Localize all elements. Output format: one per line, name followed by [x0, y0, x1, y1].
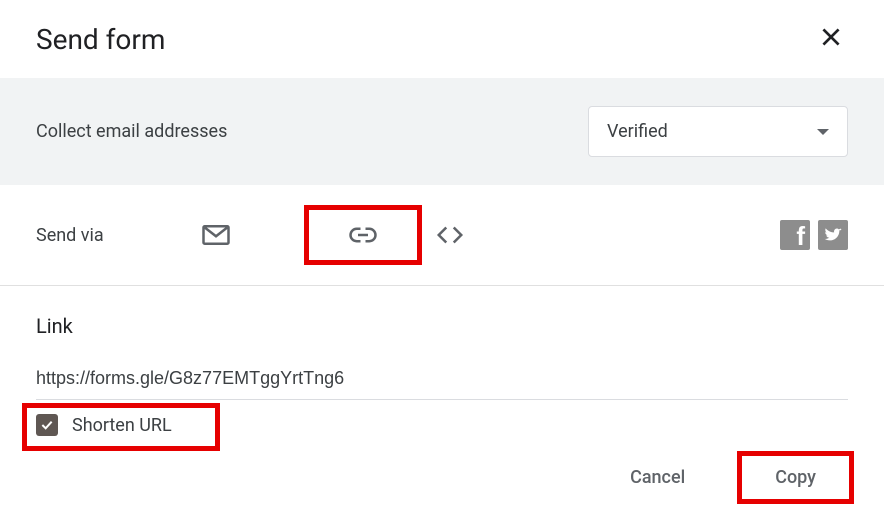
collect-email-value: Verified — [607, 121, 668, 142]
link-icon — [348, 220, 378, 250]
cancel-button[interactable]: Cancel — [608, 457, 707, 498]
collect-email-row: Collect email addresses Verified — [0, 78, 884, 185]
tab-email[interactable] — [184, 213, 248, 257]
close-button[interactable] — [814, 20, 848, 58]
shorten-url-label: Shorten URL — [72, 415, 172, 436]
shorten-url-checkbox[interactable] — [36, 414, 58, 436]
check-icon — [39, 417, 55, 433]
copy-button[interactable]: Copy — [743, 457, 848, 498]
link-section-title: Link — [36, 314, 848, 338]
collect-email-select[interactable]: Verified — [588, 106, 848, 157]
chevron-down-icon — [817, 129, 829, 135]
mail-icon — [201, 220, 231, 250]
send-via-label: Send via — [36, 225, 104, 246]
link-url-field[interactable]: https://forms.gle/G8z77EMTggYrtTng6 — [36, 368, 848, 400]
close-icon — [818, 24, 844, 50]
twitter-icon — [823, 225, 843, 245]
share-twitter-button[interactable] — [818, 220, 848, 250]
tab-link[interactable] — [308, 209, 418, 261]
code-icon — [435, 220, 465, 250]
send-via-row: Send via — [0, 185, 884, 286]
dialog-title: Send form — [36, 23, 165, 56]
collect-email-label: Collect email addresses — [36, 121, 227, 142]
share-facebook-button[interactable] — [780, 220, 810, 250]
tab-embed[interactable] — [418, 213, 482, 257]
